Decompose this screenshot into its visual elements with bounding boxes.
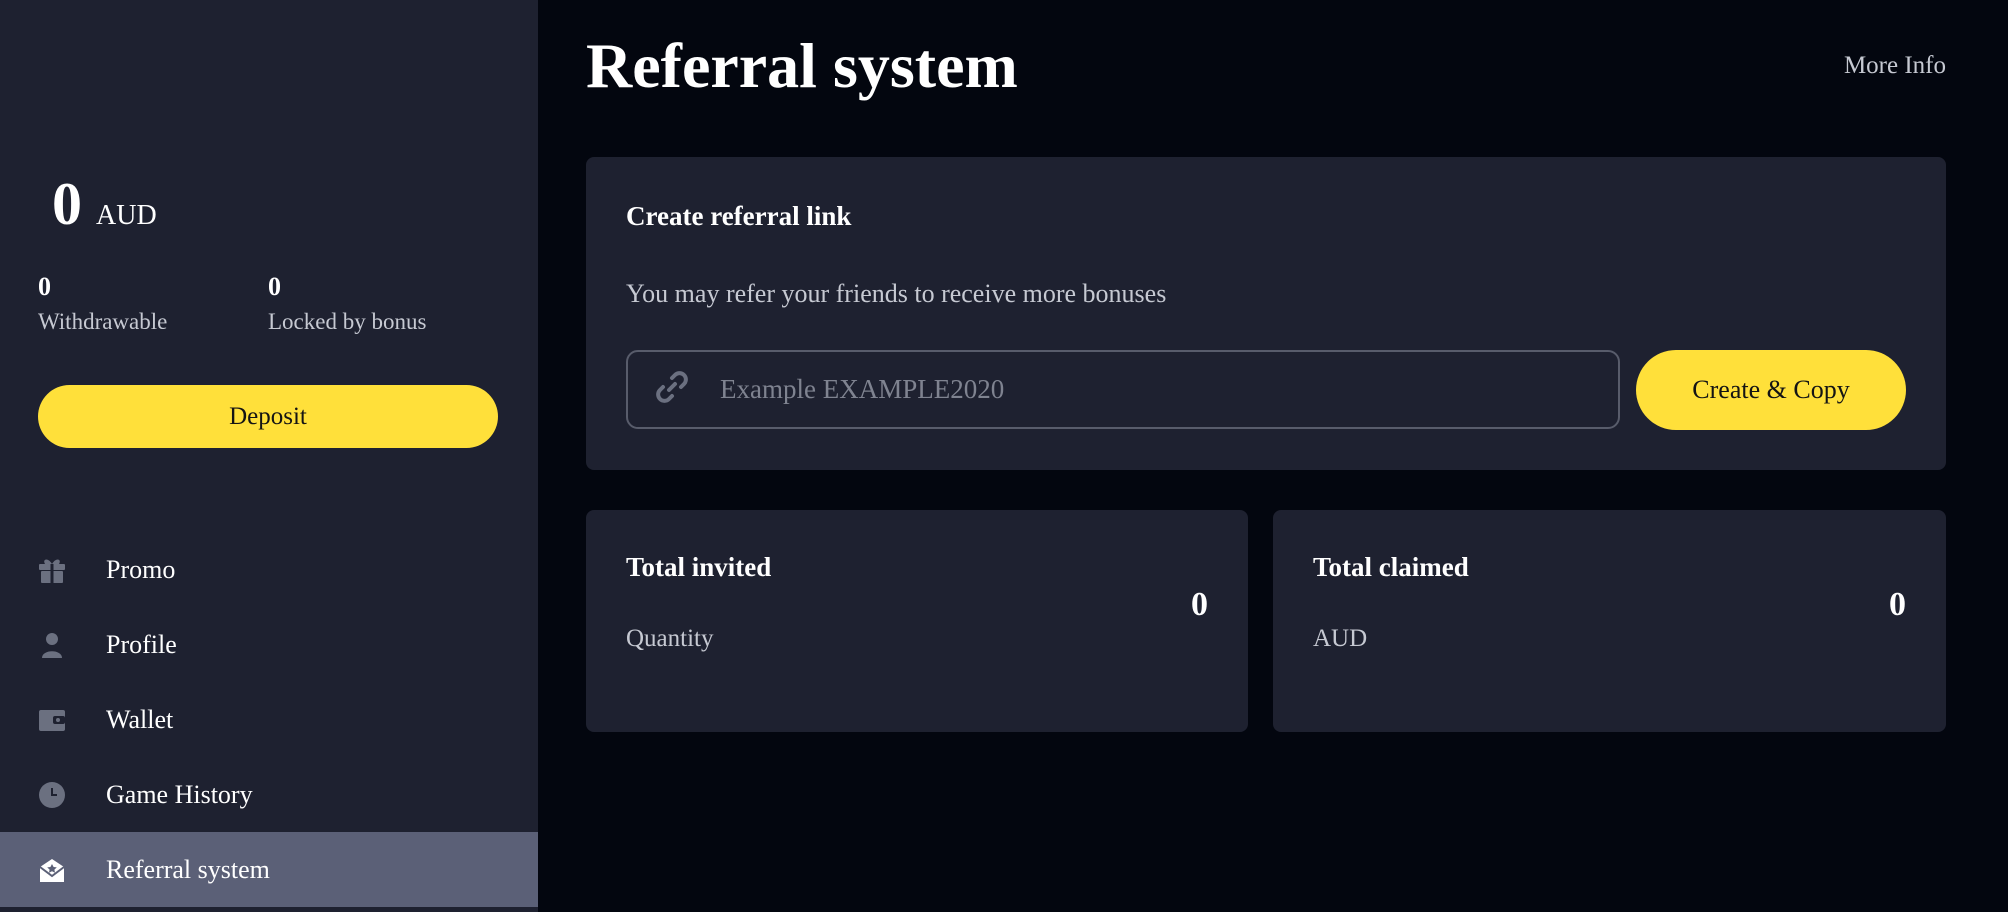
locked-bonus-label: Locked by bonus [268,309,427,334]
sidebar-item-referral-system[interactable]: Referral system [0,832,538,907]
referral-description: You may refer your friends to receive mo… [626,279,1167,308]
withdrawable-stat: 0 Withdrawable [38,272,167,336]
gift-icon [36,554,68,586]
referral-link-card: Create referral link You may refer your … [586,157,1946,470]
deposit-button[interactable]: Deposit [38,385,498,448]
more-info-link[interactable]: More Info [1844,52,1946,80]
total-claimed-card: Total claimed 0 AUD [1273,510,1946,732]
user-icon [36,629,68,661]
total-invited-value: 0 [1191,586,1208,623]
sidebar: 0 AUD 0 Withdrawable 0 Locked by bonus D… [0,0,538,912]
envelope-icon [36,854,68,886]
referral-card-title: Create referral link [626,201,852,231]
sidebar-item-label: Wallet [106,704,174,734]
sidebar-item-label: Promo [106,554,176,584]
total-invited-card: Total invited 0 Quantity [586,510,1248,732]
total-claimed-value: 0 [1889,586,1906,623]
locked-bonus-stat: 0 Locked by bonus [268,272,426,336]
balance-currency: AUD [96,200,157,231]
sidebar-item-label: Referral system [106,854,270,884]
create-copy-button[interactable]: Create & Copy [1636,350,1906,430]
total-claimed-label: AUD [1313,625,1368,652]
sidebar-item-label: Profile [106,629,177,659]
sidebar-item-promo[interactable]: Promo [0,532,538,607]
sidebar-item-profile[interactable]: Profile [0,607,538,682]
page-title: Referral system [586,30,1018,101]
locked-bonus-value: 0 [268,272,281,301]
referral-code-field[interactable] [626,350,1620,429]
wallet-icon [36,704,68,736]
total-invited-title: Total invited [626,552,772,582]
total-invited-label: Quantity [626,625,714,652]
link-icon [652,367,692,412]
withdrawable-label: Withdrawable [38,309,168,334]
sidebar-item-wallet[interactable]: Wallet [0,682,538,757]
balance-display: 0 AUD [52,170,157,238]
withdrawable-value: 0 [38,272,51,301]
sidebar-item-label: Game History [106,779,253,809]
sidebar-item-game-history[interactable]: Game History [0,757,538,832]
sidebar-nav: Promo Profile Wallet Game History Referr… [0,532,538,907]
referral-code-input[interactable] [718,373,1598,406]
balance-amount: 0 [52,171,82,237]
clock-icon [36,779,68,811]
total-claimed-title: Total claimed [1313,552,1469,582]
